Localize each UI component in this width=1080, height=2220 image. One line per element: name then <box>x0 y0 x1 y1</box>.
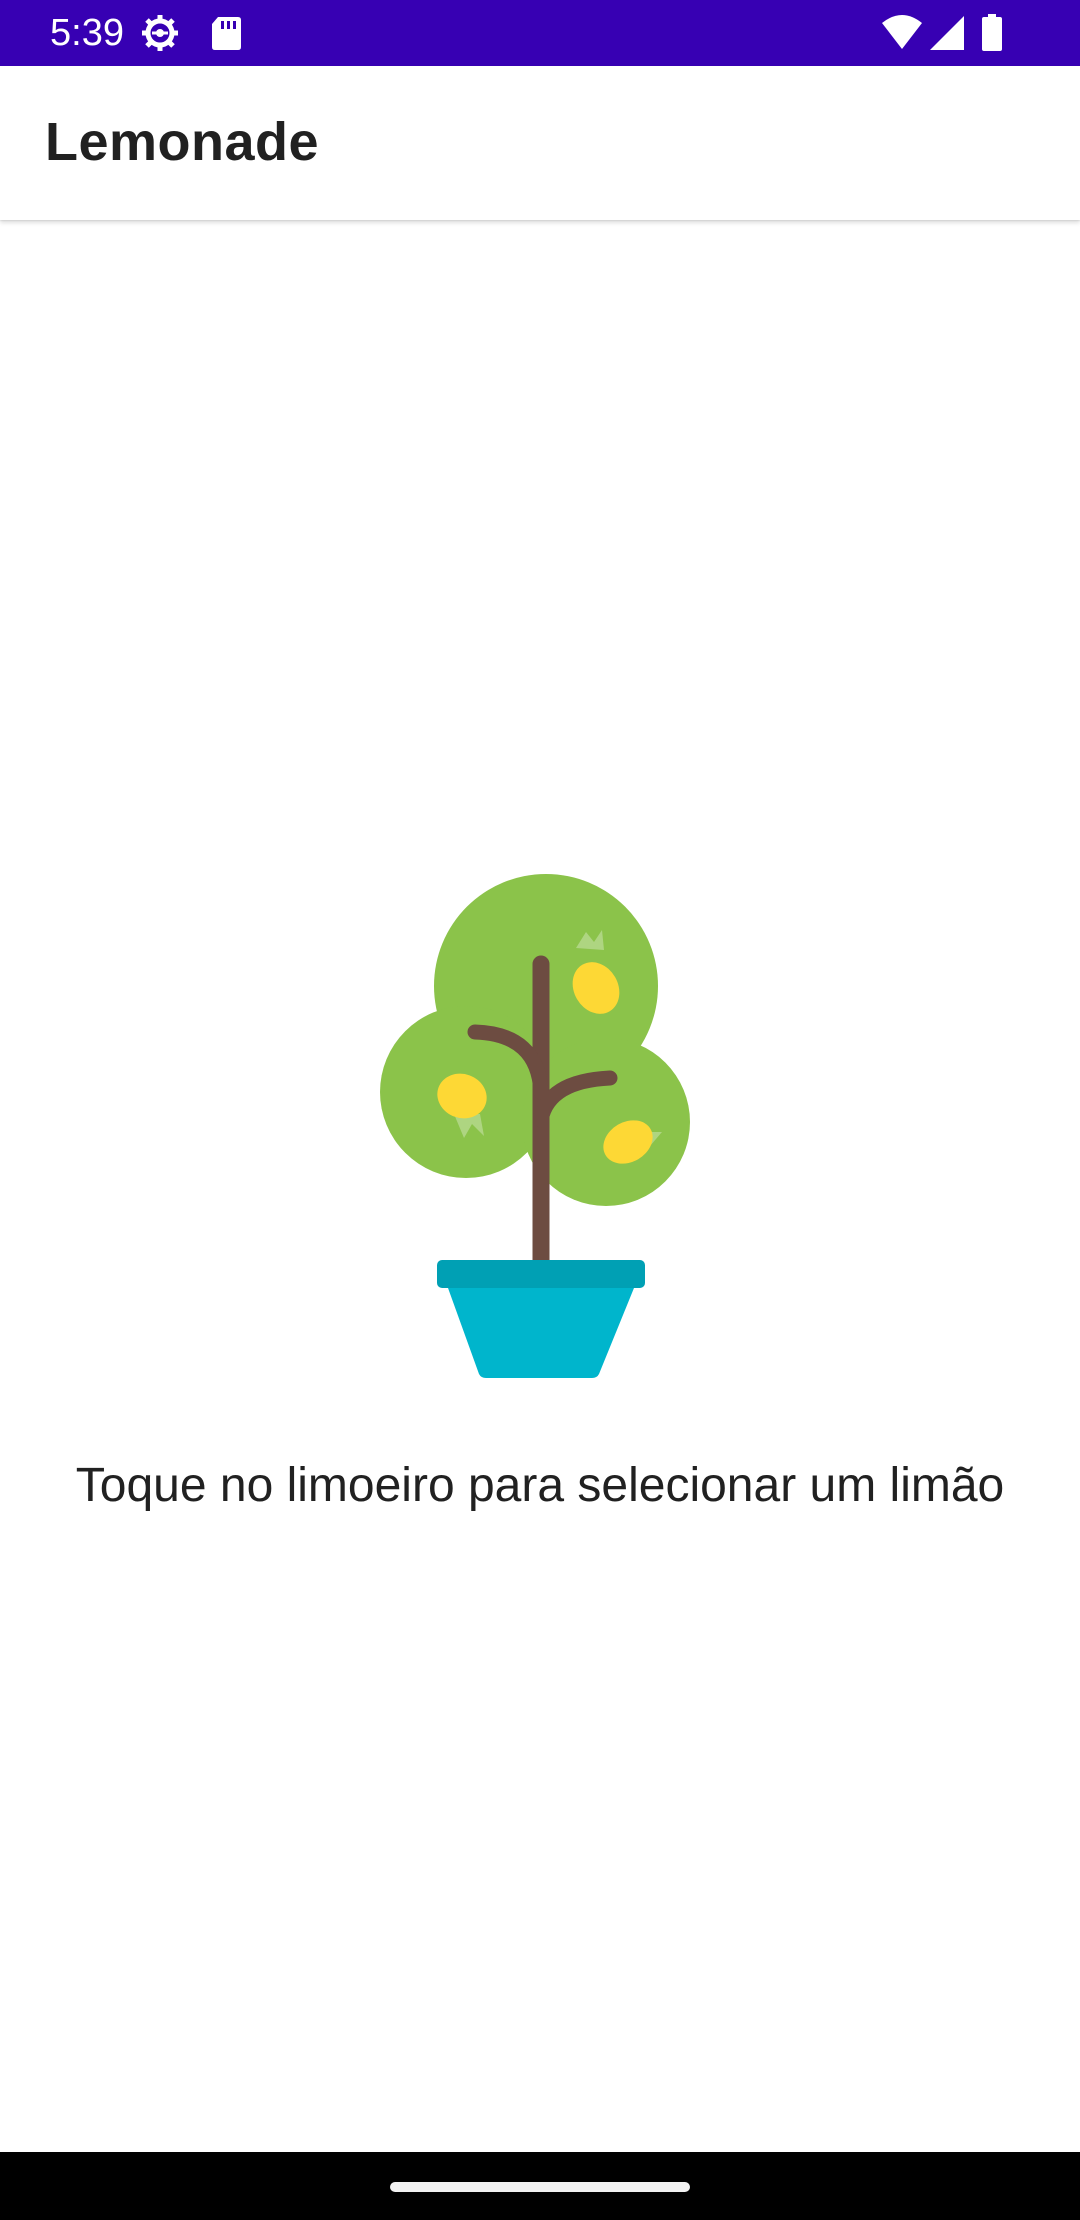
lemon-tree-icon <box>380 874 690 1378</box>
status-bar: 5:39 <box>0 0 1080 66</box>
navigation-bar <box>0 2152 1080 2220</box>
app-bar: Lemonade <box>0 66 1080 220</box>
status-time: 5:39 <box>50 12 124 54</box>
lemon-tree-image-button[interactable] <box>380 870 700 1390</box>
wifi-icon <box>880 13 924 53</box>
app-title: Lemonade <box>45 112 320 172</box>
home-gesture-handle[interactable] <box>390 2182 690 2192</box>
cell-signal-icon <box>928 13 968 53</box>
sd-card-icon <box>206 13 246 53</box>
screen: 5:39 Lemonade Toque no limoeiro para sel… <box>0 0 1080 2220</box>
battery-icon <box>980 13 1004 53</box>
settings-gear-icon <box>140 13 180 53</box>
instruction-text: Toque no limoeiro para selecionar um lim… <box>75 1459 1005 1512</box>
